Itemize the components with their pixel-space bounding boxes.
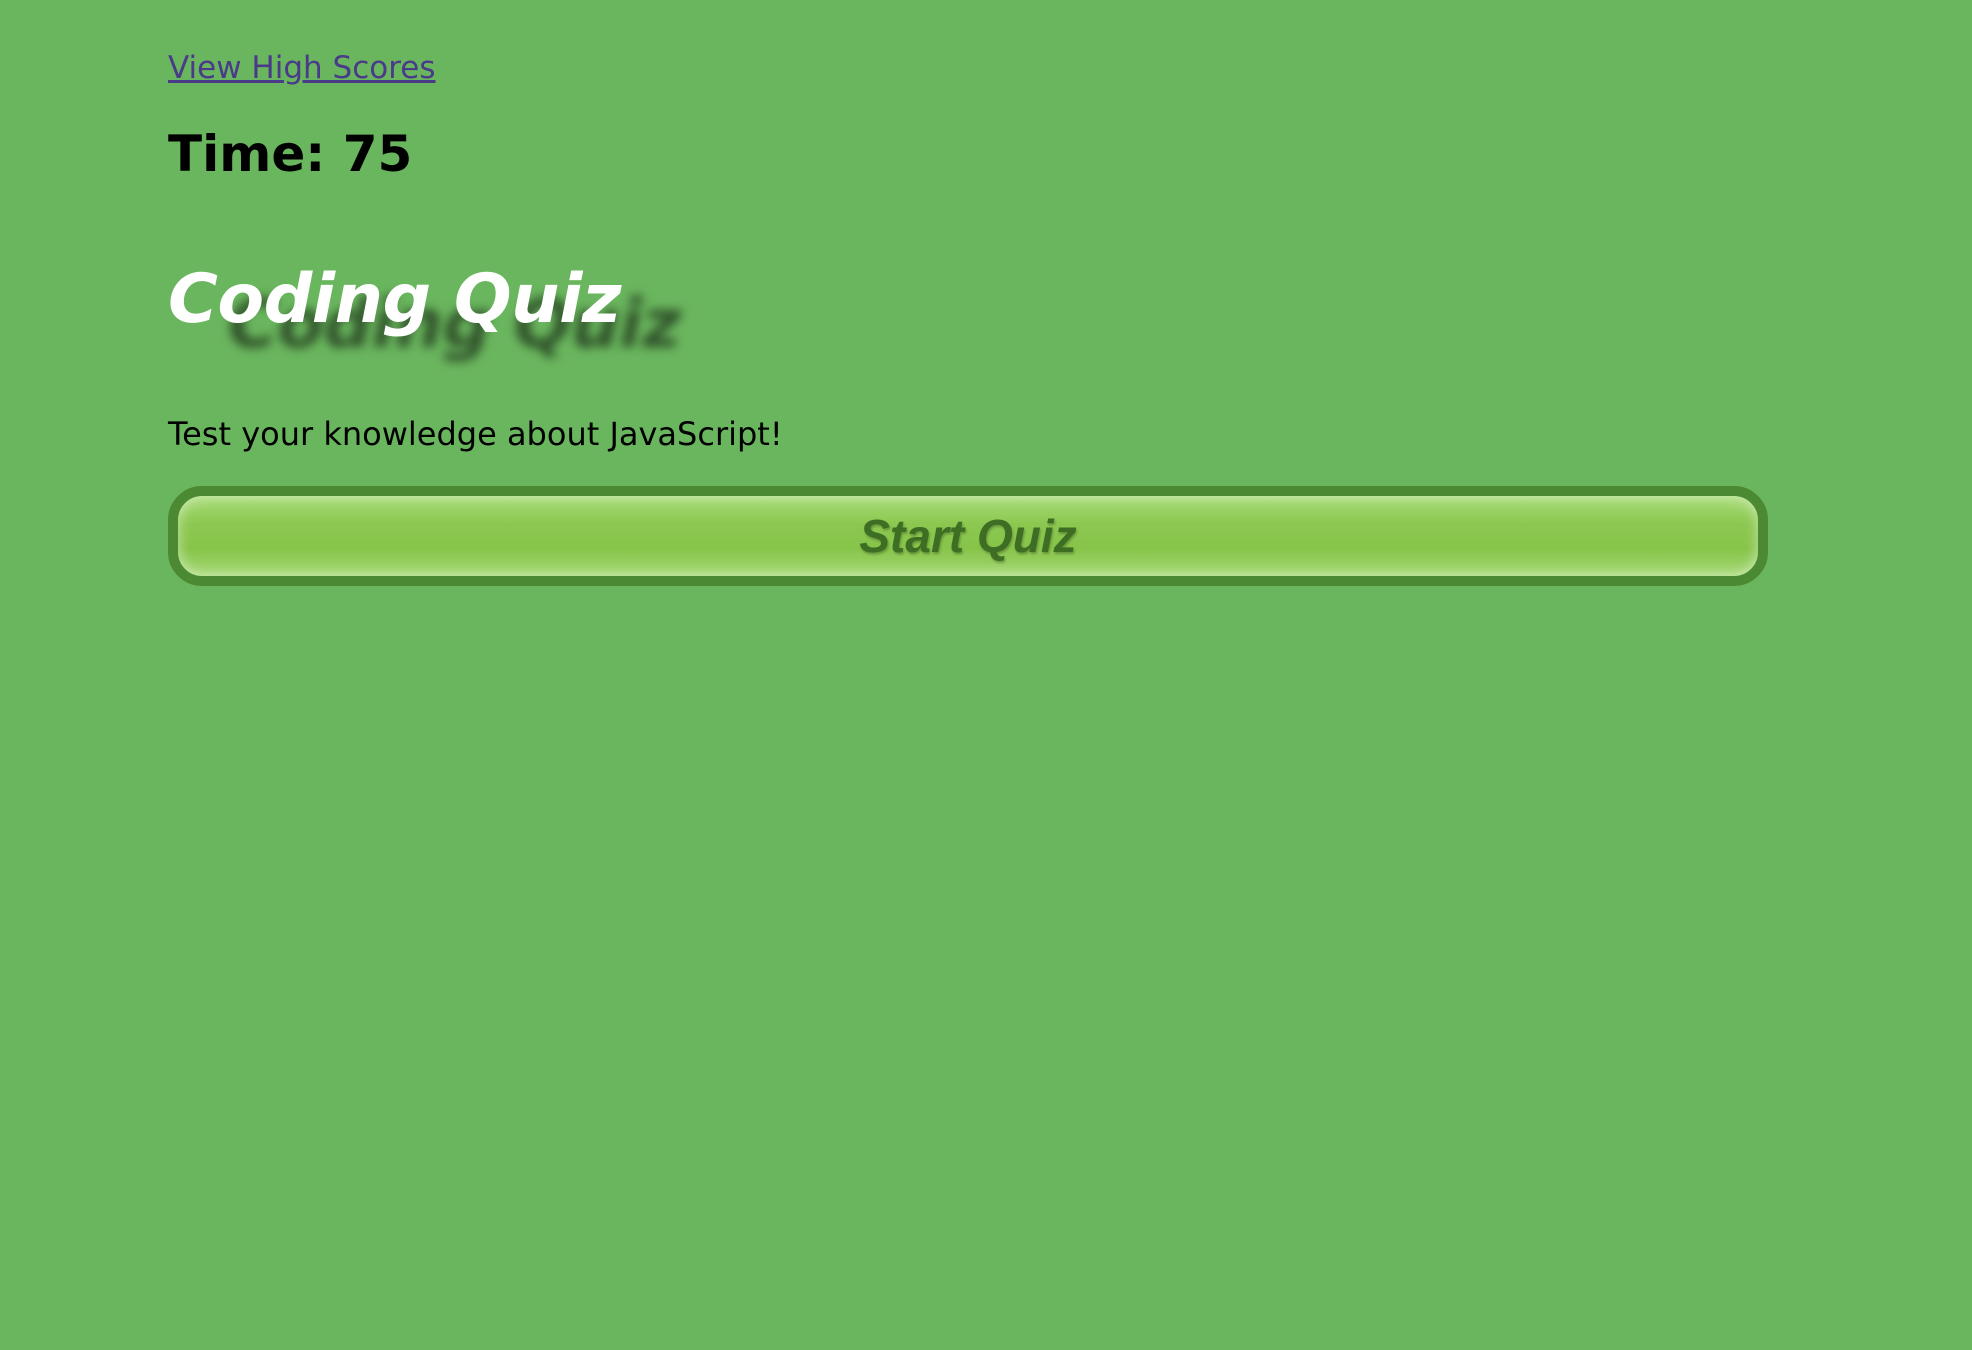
start-quiz-button[interactable]: Start Quiz xyxy=(168,486,1768,586)
view-high-scores-link[interactable]: View High Scores xyxy=(168,50,436,86)
start-quiz-button-label: Start Quiz xyxy=(859,510,1077,562)
timer-value: 75 xyxy=(342,125,413,183)
quiz-description: Test your knowledge about JavaScript! xyxy=(168,415,783,453)
timer-label: Time: xyxy=(168,125,326,183)
timer-display: Time: 75 xyxy=(168,125,412,183)
page-title: Coding Quiz xyxy=(168,260,621,339)
